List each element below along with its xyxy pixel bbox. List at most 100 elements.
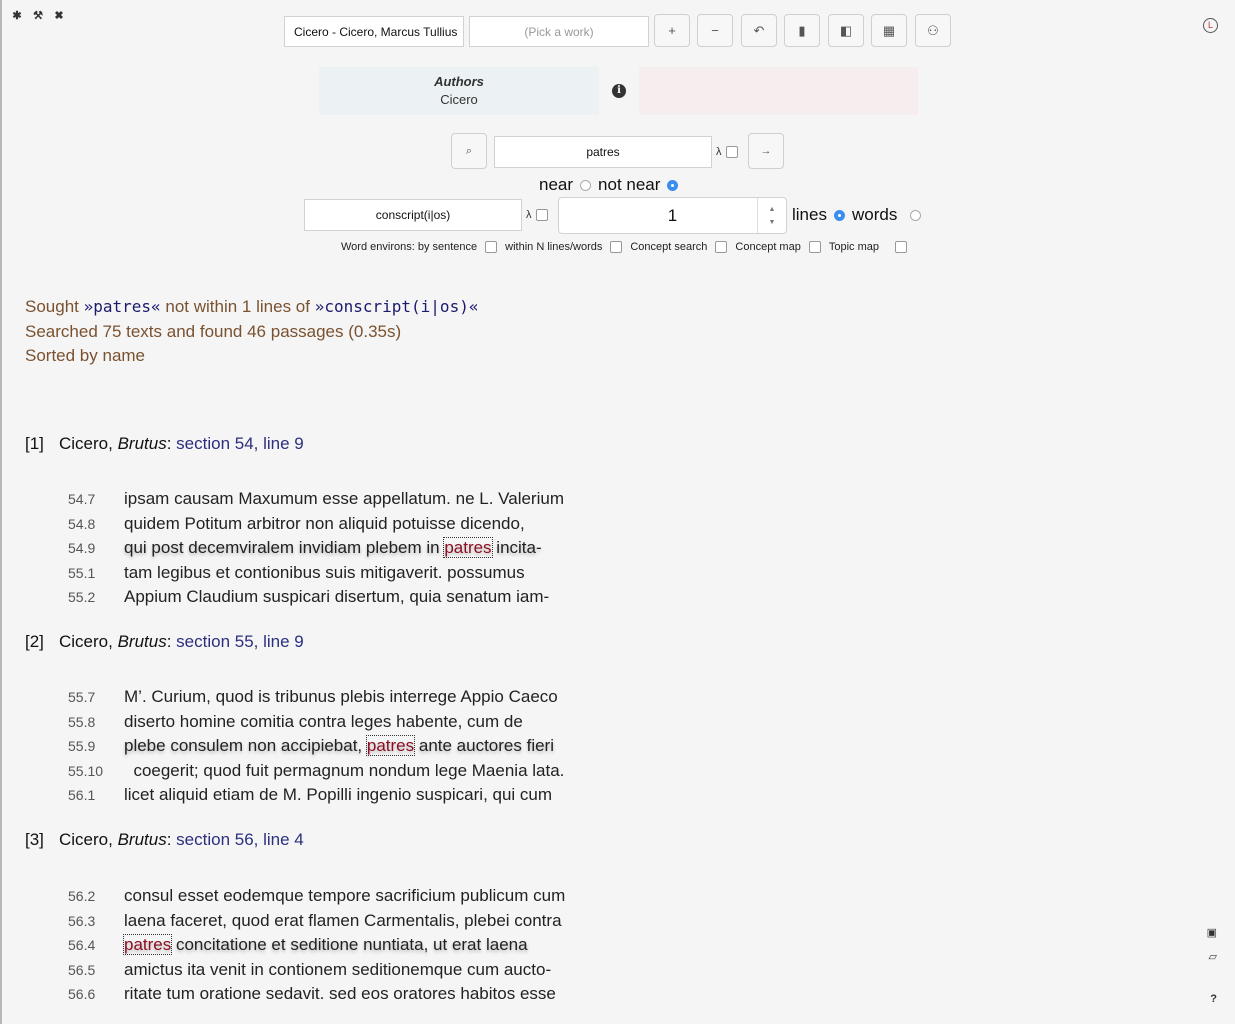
search-summary: Sought »patres« not within 1 lines of »c… (25, 295, 478, 369)
save-icon[interactable]: ▣ (1207, 926, 1217, 939)
passage-line: 56.4 patres concitatione et seditione nun… (68, 933, 565, 958)
line-number[interactable]: 54.9 (68, 536, 124, 561)
line-number[interactable]: 55.1 (68, 561, 124, 586)
line-number[interactable]: 56.3 (68, 909, 124, 934)
passage-citation-link[interactable]: section 56, line 4 (176, 830, 304, 849)
line-text-pre: laena faceret, quod erat flamen Carmenta… (124, 910, 562, 930)
option-by-sentence-checkbox[interactable] (485, 241, 498, 253)
help-icon[interactable]: ? (1210, 993, 1217, 1005)
info-icon[interactable]: i (612, 84, 626, 98)
passage-sep: : (166, 434, 177, 453)
line-number[interactable]: 55.7 (68, 685, 124, 710)
option-within-n-checkbox[interactable] (610, 241, 623, 253)
line-text-pre: consul esset eodemque tempore sacrificiu… (124, 886, 566, 905)
undo-button[interactable]: ↶ (741, 14, 777, 47)
add-button[interactable]: + (654, 14, 690, 47)
line-number[interactable]: 54.7 (68, 487, 124, 512)
line-text: ritate tum oratione sedavit. sed eos ora… (124, 982, 556, 1007)
remove-button[interactable]: − (697, 14, 733, 47)
line-number[interactable]: 55.8 (68, 710, 124, 735)
passage-line: 55.2 Appium Claudium suspicari disertum, … (68, 585, 564, 610)
option-within-n-label: within N lines/words (505, 241, 603, 253)
option-concept-search-checkbox[interactable] (715, 241, 728, 253)
work-input[interactable]: (Pick a work) (469, 16, 649, 47)
gear-icon[interactable]: ✱ (11, 9, 23, 22)
passage-index: [2] (25, 632, 44, 651)
stepper-arrows[interactable]: ▲ ▼ (757, 198, 786, 233)
line-text-pre: quidem Potitum arbitror non aliquid potu… (124, 513, 525, 533)
author-input[interactable]: Cicero - Cicero, Marcus Tullius (284, 16, 464, 47)
passage-citation-link[interactable]: section 54, line 9 (176, 434, 304, 453)
lemma-checkbox[interactable] (725, 146, 738, 158)
proximity-term-input[interactable]: conscript(i|os) (304, 199, 522, 231)
search-options: Word environs: by sentence within N line… (341, 241, 907, 253)
not-near-radio[interactable] (667, 179, 679, 191)
folder-open-icon[interactable]: ▱ (1209, 950, 1217, 963)
line-number[interactable]: 56.1 (68, 783, 124, 808)
line-number[interactable]: 56.5 (68, 958, 124, 983)
undo-icon: ↶ (753, 22, 765, 38)
line-text-pre: qui post decemviralem invidiam plebem in (124, 538, 445, 557)
line-text-pre: Appium Claudium suspicari disertum, quia… (124, 587, 550, 606)
line-number[interactable]: 55.10 (68, 759, 124, 784)
option-by-sentence-label: Word environs: by sentence (341, 241, 478, 253)
minus-icon: − (711, 23, 719, 38)
near-radio[interactable] (580, 179, 592, 191)
line-text: quidem Potitum arbitror non aliquid potu… (124, 512, 525, 537)
line-text-pre: M’. Curium, quod is tribunus plebis inte… (124, 687, 558, 706)
bookmark-button[interactable]: ◧ (828, 14, 864, 47)
search-term-input[interactable]: patres (494, 136, 712, 168)
increment-icon[interactable]: ▲ (769, 206, 776, 213)
sought-mid: not within 1 lines of (160, 297, 315, 316)
passage-work: Brutus (117, 632, 167, 651)
wrench-icon[interactable]: ⚒ (32, 9, 44, 22)
lines-radio[interactable] (833, 209, 845, 221)
line-number[interactable]: 56.4 (68, 933, 124, 958)
bookmark-icon: ◧ (839, 22, 853, 38)
distance-value: 1 (667, 205, 678, 225)
distance-stepper[interactable]: 1 ▲ ▼ (558, 197, 787, 234)
close-icon[interactable]: ✖ (53, 9, 65, 22)
search-hit[interactable]: patres (122, 934, 173, 955)
words-radio[interactable] (910, 209, 922, 221)
table-button[interactable]: ▦ (871, 14, 907, 47)
line-text: plebe consulem non accipiebat, patres an… (124, 734, 554, 759)
option-concept-map-checkbox[interactable] (808, 241, 821, 253)
line-text-pre: ipsam causam Maxumum esse appellatum. ne… (124, 489, 564, 508)
option-topic-map-checkbox[interactable] (894, 241, 907, 253)
selected-works-box (639, 67, 918, 115)
lines-label: lines (792, 205, 827, 224)
passage-line: 55.10 coegerit; quod fuit permagnum nond… (68, 759, 564, 784)
search-button[interactable]: ⌕ (451, 133, 487, 169)
passage-line: 56.3 laena faceret, quod erat flamen Carm… (68, 909, 565, 934)
lambda-label: λ (526, 209, 532, 221)
clock-icon[interactable]: L (1203, 18, 1218, 33)
passage-header: [1] Cicero, Brutus: section 54, line 9 (25, 434, 304, 454)
line-number[interactable]: 56.6 (68, 982, 124, 1007)
passage-line: 55.7 M’. Curium, quod is tribunus plebis … (68, 685, 564, 710)
search-hit[interactable]: patres (365, 735, 416, 756)
line-text-pre: tam legibus et contionibus suis mitigave… (124, 562, 525, 582)
passage-citation-link[interactable]: section 55, line 9 (176, 632, 304, 651)
book-button[interactable]: ▮ (784, 14, 820, 47)
line-number[interactable]: 55.2 (68, 585, 124, 610)
proximity-lemma-checkbox[interactable] (535, 209, 548, 221)
line-number[interactable]: 55.9 (68, 734, 124, 759)
search-hit[interactable]: patres (443, 537, 493, 558)
authors-heading: Authors (434, 74, 484, 89)
passage-lines: 55.7 M’. Curium, quod is tribunus plebis … (68, 685, 564, 808)
passage-work: Brutus (117, 434, 167, 453)
option-concept-search-label: Concept search (630, 241, 708, 253)
line-number[interactable]: 56.2 (68, 884, 124, 909)
selected-author[interactable]: Cicero (319, 92, 599, 107)
go-button[interactable]: → (748, 133, 784, 169)
option-concept-map-label: Concept map (735, 241, 801, 253)
passage-line: 56.5 amictus ita venit in contionem sedit… (68, 958, 565, 983)
line-text: diserto homine comitia contra leges habe… (124, 710, 523, 735)
user-button[interactable]: ⚇ (915, 14, 951, 47)
window-controls: ✱ ⚒ ✖ (11, 9, 65, 22)
decrement-icon[interactable]: ▼ (769, 219, 776, 226)
plus-icon: + (668, 23, 676, 38)
passage-line: 56.2 consul esset eodemque tempore sacrif… (68, 884, 565, 909)
line-number[interactable]: 54.8 (68, 512, 124, 537)
